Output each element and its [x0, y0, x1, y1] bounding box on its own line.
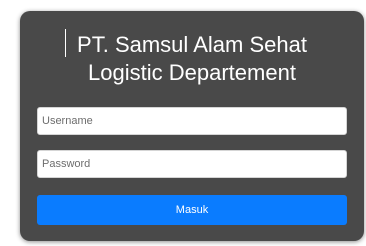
page: PT. Samsul Alam Sehat Logistic Departeme… [0, 0, 366, 246]
login-card: PT. Samsul Alam Sehat Logistic Departeme… [20, 11, 364, 241]
department-name: Logistic Departement [88, 60, 296, 85]
username-input[interactable] [37, 107, 347, 135]
company-name: PT. Samsul Alam Sehat [77, 32, 307, 57]
page-title: PT. Samsul Alam Sehat Logistic Departeme… [20, 31, 364, 87]
login-button[interactable]: Masuk [37, 195, 347, 225]
password-input[interactable] [37, 150, 347, 178]
